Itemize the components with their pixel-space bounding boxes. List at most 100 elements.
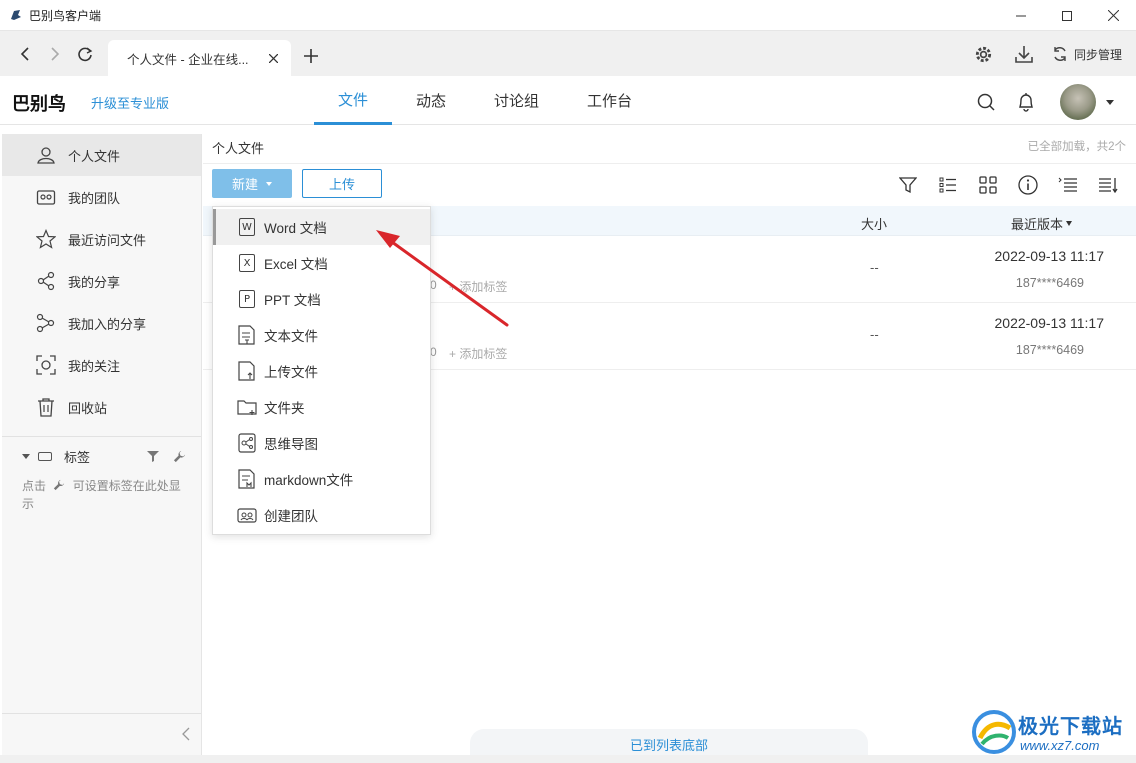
sort-list-icon[interactable]: [1048, 171, 1088, 199]
settings-gear-icon[interactable]: [964, 41, 1004, 67]
wrench-icon: [54, 479, 65, 491]
avatar[interactable]: [1060, 84, 1096, 120]
nav-workbench[interactable]: 工作台: [563, 76, 656, 125]
markdown-icon: [238, 469, 255, 489]
breadcrumb-row: 个人文件 已全部加载，共2个: [203, 125, 1136, 164]
team-folder-icon: [36, 190, 56, 205]
upload-button[interactable]: 上传: [302, 169, 382, 198]
tag-hint-prefix: 点击: [22, 479, 47, 493]
file-date: 2022-09-13 11:17: [994, 315, 1105, 331]
sidebar-item-label: 回收站: [68, 400, 108, 416]
tag-icon: [38, 451, 52, 461]
sort-order-icon[interactable]: [1088, 171, 1128, 199]
wrench-icon[interactable]: [169, 447, 189, 465]
list-view-icon[interactable]: [928, 171, 968, 199]
window-bottom-edge: [0, 755, 1136, 763]
menu-item-create-team[interactable]: 创建团队: [213, 497, 430, 533]
menu-item-label: PPT 文档: [264, 293, 321, 308]
info-icon[interactable]: [1008, 171, 1048, 199]
menu-item-label: markdown文件: [264, 473, 354, 488]
tag-hint-suffix: 可设置标签在此处显示: [22, 479, 181, 511]
nav-activity[interactable]: 动态: [392, 76, 470, 125]
tag-header[interactable]: 标签: [2, 445, 201, 467]
main-nav: 文件 动态 讨论组 工作台: [314, 76, 656, 125]
filter-icon[interactable]: [143, 447, 163, 465]
bell-icon[interactable]: [1006, 85, 1046, 119]
file-toolbar: 新建 上传: [203, 165, 1136, 205]
sidebar-item-following[interactable]: 我的关注: [2, 344, 201, 386]
refresh-button[interactable]: [70, 39, 100, 69]
menu-item-label: 文本文件: [264, 329, 318, 344]
sidebar-item-joined-shares[interactable]: 我加入的分享: [2, 302, 201, 344]
tab-close-icon[interactable]: [263, 48, 283, 68]
back-button[interactable]: [10, 39, 40, 69]
sidebar-item-label: 我的分享: [68, 274, 121, 290]
download-icon[interactable]: [1004, 41, 1044, 67]
new-tab-button[interactable]: [299, 44, 323, 68]
add-tag-link[interactable]: + 添加标签: [449, 345, 507, 362]
menu-item-label: Word 文档: [264, 221, 327, 236]
sidebar-item-recent[interactable]: 最近访问文件: [2, 218, 201, 260]
new-button[interactable]: 新建: [212, 169, 292, 198]
menu-item-upload-file[interactable]: 上传文件: [213, 353, 430, 389]
tag-hint: 点击 可设置标签在此处显示: [2, 467, 201, 513]
file-size: --: [870, 260, 879, 275]
maximize-button[interactable]: [1044, 0, 1090, 31]
menu-item-mindmap[interactable]: 思维导图: [213, 425, 430, 461]
brand-name: 巴别鸟: [12, 94, 66, 114]
minimize-button[interactable]: [998, 0, 1044, 31]
menu-item-label: 文件夹: [264, 401, 305, 416]
star-icon: [36, 229, 56, 249]
joined-share-icon: [36, 313, 55, 333]
column-latest-version-label: 最近版本: [1011, 217, 1064, 232]
breadcrumb[interactable]: 个人文件: [212, 138, 264, 157]
sidebar: 个人文件 我的团队 最近访问文件 我的分享 我加入的分享 我的关注 回收站 标签: [2, 134, 202, 755]
grid-view-icon[interactable]: [968, 171, 1008, 199]
sidebar-item-my-team[interactable]: 我的团队: [2, 176, 201, 218]
window-title: 巴别鸟客户端: [29, 8, 102, 23]
sidebar-item-personal-files[interactable]: 个人文件: [2, 134, 201, 176]
browser-tab[interactable]: 个人文件 - 企业在线...: [108, 40, 291, 76]
tag-title: 标签: [64, 449, 91, 465]
menu-item-folder[interactable]: 文件夹: [213, 389, 430, 425]
close-window-button[interactable]: [1090, 0, 1136, 31]
nav-files[interactable]: 文件: [314, 76, 393, 125]
sync-manage-button[interactable]: 同步管理: [1052, 46, 1122, 63]
word-doc-icon: W: [239, 218, 255, 236]
app-header: 巴别鸟 升级至专业版 文件 动态 讨论组 工作台: [0, 76, 1136, 125]
sidebar-item-label: 最近访问文件: [68, 232, 147, 248]
focus-icon: [36, 355, 56, 375]
comment-count: 0: [430, 345, 437, 359]
load-status: 已全部加载，共2个: [1027, 141, 1126, 153]
add-tag-label: 添加标签: [459, 347, 508, 361]
sidebar-item-trash[interactable]: 回收站: [2, 386, 201, 428]
upgrade-link[interactable]: 升级至专业版: [91, 93, 169, 112]
folder-icon: [237, 400, 257, 415]
filter-icon[interactable]: [888, 171, 928, 199]
nav-discussion[interactable]: 讨论组: [470, 76, 563, 125]
trash-icon: [38, 398, 54, 417]
divider: [2, 713, 201, 714]
new-button-label: 新建: [231, 177, 258, 192]
column-latest-version[interactable]: 最近版本: [1011, 214, 1073, 233]
watermark-logo: 极光下载站 www.xz7.com: [970, 708, 1134, 760]
tab-title: 个人文件 - 企业在线...: [127, 52, 249, 67]
upload-file-icon: [238, 361, 255, 381]
app-logo-icon: [11, 10, 21, 20]
menu-item-markdown[interactable]: markdown文件: [213, 461, 430, 497]
sidebar-item-my-shares[interactable]: 我的分享: [2, 260, 201, 302]
search-icon[interactable]: [966, 85, 1006, 119]
chevron-down-icon[interactable]: [1106, 99, 1114, 105]
collapse-sidebar-icon[interactable]: [178, 725, 194, 743]
sidebar-item-label: 我加入的分享: [68, 316, 147, 332]
share-icon: [37, 271, 55, 291]
back-icon: [20, 46, 29, 61]
column-size[interactable]: 大小: [861, 214, 887, 233]
collapse-triangle-icon[interactable]: [22, 453, 30, 459]
menu-item-label: Excel 文档: [264, 257, 328, 272]
sidebar-item-label: 我的关注: [68, 358, 121, 374]
plus-icon: [304, 49, 318, 63]
file-date: 2022-09-13 11:17: [994, 248, 1105, 264]
tag-section: 标签 点击 可设置标签在此处显示: [2, 436, 201, 513]
forward-button[interactable]: [40, 39, 70, 69]
